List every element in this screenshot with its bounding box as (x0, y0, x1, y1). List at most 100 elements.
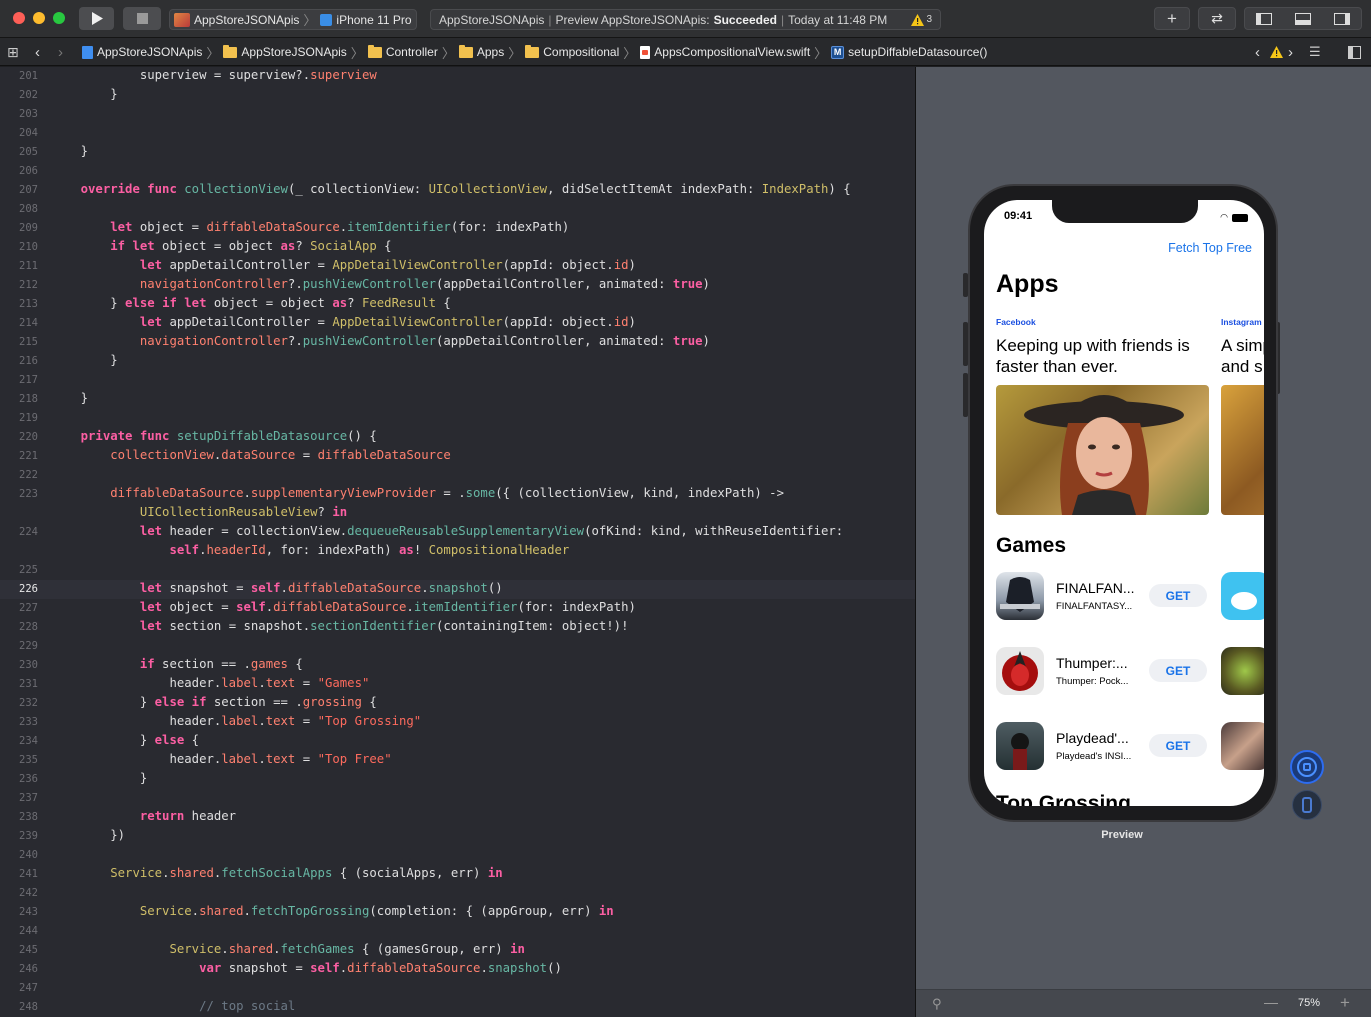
code-line[interactable]: Service.shared.fetchTopGrossing(completi… (51, 904, 614, 918)
fetch-top-free-button[interactable]: Fetch Top Free (1168, 241, 1252, 255)
breadcrumb-item-compositional[interactable]: Compositional (525, 44, 619, 59)
folder-icon (458, 44, 473, 58)
navigator-toggle-icon[interactable] (1256, 12, 1273, 25)
back-button[interactable]: ‹ (35, 38, 40, 66)
activity-divider: | (548, 12, 552, 27)
zoom-in-icon[interactable]: + (1340, 993, 1350, 1013)
library-button[interactable]: + (1154, 7, 1190, 30)
folder-icon (525, 44, 540, 58)
chevron-right-icon: 〉 (206, 45, 220, 61)
code-review-button[interactable]: ⇄ (1198, 7, 1236, 30)
code-line[interactable]: let snapshot = self.diffableDataSource.s… (51, 581, 503, 595)
device-screen[interactable]: 09:41 ◠ Fetch Top Free Apps Facebook Kee… (984, 200, 1264, 806)
code-line[interactable]: } else if section == .grossing { (51, 695, 377, 709)
source-editor[interactable]: 201 superview = superview?.superview 202 … (0, 67, 915, 1017)
code-line[interactable]: Service.shared.fetchSocialApps { (social… (51, 866, 502, 880)
code-line[interactable]: } (51, 353, 117, 367)
live-preview-button[interactable] (1290, 750, 1324, 784)
warning-icon (911, 13, 925, 26)
line-number: 245 (19, 944, 38, 956)
close-window-button[interactable] (13, 12, 25, 24)
issue-indicator[interactable] (1270, 38, 1283, 66)
chevron-right-icon: › (58, 43, 63, 61)
code-line[interactable]: navigationController?.pushViewController… (51, 334, 710, 348)
previous-issue-button[interactable]: ‹ (1255, 38, 1260, 66)
code-line[interactable]: } (51, 144, 88, 158)
code-line[interactable]: header.label.text = "Games" (51, 676, 369, 690)
preview-on-device-button[interactable] (1292, 790, 1322, 820)
swap-arrows-icon: ⇄ (1211, 10, 1223, 26)
code-line[interactable]: header.label.text = "Top Grossing" (51, 714, 421, 728)
code-line[interactable]: // top social (51, 999, 295, 1013)
breadcrumb-item-method[interactable]: M setupDiffableDatasource() (831, 45, 987, 59)
code-line[interactable]: var snapshot = self.diffableDataSource.s… (51, 961, 562, 975)
game-subtitle: FINALFANTASY... (1056, 601, 1133, 612)
split-editor-button[interactable] (1348, 38, 1361, 66)
activity-viewer: AppStoreJSONApis | Preview AppStoreJSONA… (430, 9, 941, 30)
game-row[interactable]: FINALFAN... FINALFANTASY... GET (996, 572, 1208, 622)
stop-button[interactable] (123, 7, 161, 30)
code-line[interactable]: let appDetailController = AppDetailViewC… (51, 258, 636, 272)
status-icons: ◠ (1220, 212, 1248, 223)
code-line[interactable]: } (51, 771, 147, 785)
code-line[interactable]: if let object = object as? SocialApp { (51, 239, 391, 253)
social-photo (1221, 385, 1264, 515)
code-line[interactable]: diffableDataSource.supplementaryViewProv… (51, 486, 784, 500)
run-button[interactable] (79, 7, 114, 30)
get-button[interactable]: GET (1149, 659, 1207, 682)
code-line[interactable]: collectionView.dataSource = diffableData… (51, 448, 451, 462)
chevron-left-icon: ‹ (1255, 43, 1260, 61)
code-line[interactable]: UICollectionReusableView? in (51, 505, 347, 519)
line-number: 233 (19, 716, 38, 728)
code-line[interactable]: navigationController?.pushViewController… (51, 277, 710, 291)
get-button[interactable]: GET (1149, 584, 1207, 607)
inspector-toggle-icon[interactable] (1333, 12, 1350, 25)
breadcrumb-item-group[interactable]: AppStoreJSONApis (223, 44, 347, 59)
next-issue-button[interactable]: › (1288, 38, 1293, 66)
forward-button[interactable]: › (58, 38, 63, 66)
code-line[interactable]: } else if let object = object as? FeedRe… (51, 296, 451, 310)
breadcrumb-item-apps[interactable]: Apps (458, 44, 504, 59)
get-button[interactable]: GET (1149, 734, 1207, 757)
line-number: 228 (19, 621, 38, 633)
code-line[interactable]: } (51, 87, 117, 101)
code-line[interactable]: let object = diffableDataSource.itemIden… (51, 220, 569, 234)
code-line[interactable]: let header = collectionView.dequeueReusa… (51, 524, 843, 538)
breadcrumb-item-project[interactable]: AppStoreJSONApis (82, 45, 202, 59)
breadcrumb-label: setupDiffableDatasource() (848, 45, 988, 59)
code-line[interactable]: } (51, 391, 88, 405)
scheme-selector[interactable]: AppStoreJSONApis 〉 iPhone 11 Pro (169, 9, 417, 30)
minimize-window-button[interactable] (33, 12, 45, 24)
social-card[interactable]: Instagram A simple and s (1221, 317, 1264, 515)
line-number: 239 (19, 830, 38, 842)
game-row[interactable]: Playdead'... Playdead's INSI... GET (996, 722, 1208, 772)
breadcrumb-item-file[interactable]: AppsCompositionalView.swift (640, 45, 810, 59)
zoom-window-button[interactable] (53, 12, 65, 24)
code-line[interactable]: superview = superview?.superview (51, 68, 377, 82)
code-line[interactable]: if section == .games { (51, 657, 303, 671)
pin-icon[interactable]: ⚲ (932, 996, 942, 1012)
code-line[interactable]: let object = self.diffableDataSource.ite… (51, 600, 636, 614)
warning-indicator[interactable]: 3 (911, 13, 932, 26)
code-line[interactable]: let appDetailController = AppDetailViewC… (51, 315, 636, 329)
game-title: Thumper:... (1056, 655, 1128, 671)
editor-options-button[interactable]: ☰ (1309, 38, 1321, 66)
chevron-right-icon: 〉 (441, 45, 455, 61)
zoom-out-icon[interactable] (1264, 1003, 1278, 1004)
social-card[interactable]: Facebook Keeping up with friends is fast… (996, 317, 1211, 515)
code-line[interactable]: override func collectionView(_ collectio… (51, 182, 851, 196)
code-line[interactable]: return header (51, 809, 236, 823)
game-row[interactable]: Thumper:... Thumper: Pock... GET (996, 647, 1208, 697)
code-line[interactable]: header.label.text = "Top Free" (51, 752, 391, 766)
code-line[interactable]: }) (51, 828, 125, 842)
code-line[interactable]: let section = snapshot.sectionIdentifier… (51, 619, 629, 633)
code-line[interactable]: Service.shared.fetchGames { (gamesGroup,… (51, 942, 524, 956)
debug-area-toggle-icon[interactable] (1294, 12, 1311, 25)
code-line[interactable]: } else { (51, 733, 199, 747)
code-line[interactable]: self.headerId, for: indexPath) as! Compo… (51, 543, 569, 557)
code-line[interactable]: private func setupDiffableDatasource() { (51, 429, 377, 443)
related-items-button[interactable]: ⊞ (7, 38, 19, 66)
breadcrumb-label: AppStoreJSONApis (97, 45, 203, 59)
line-number: 234 (19, 735, 38, 747)
breadcrumb-item-controller[interactable]: Controller (367, 44, 438, 59)
